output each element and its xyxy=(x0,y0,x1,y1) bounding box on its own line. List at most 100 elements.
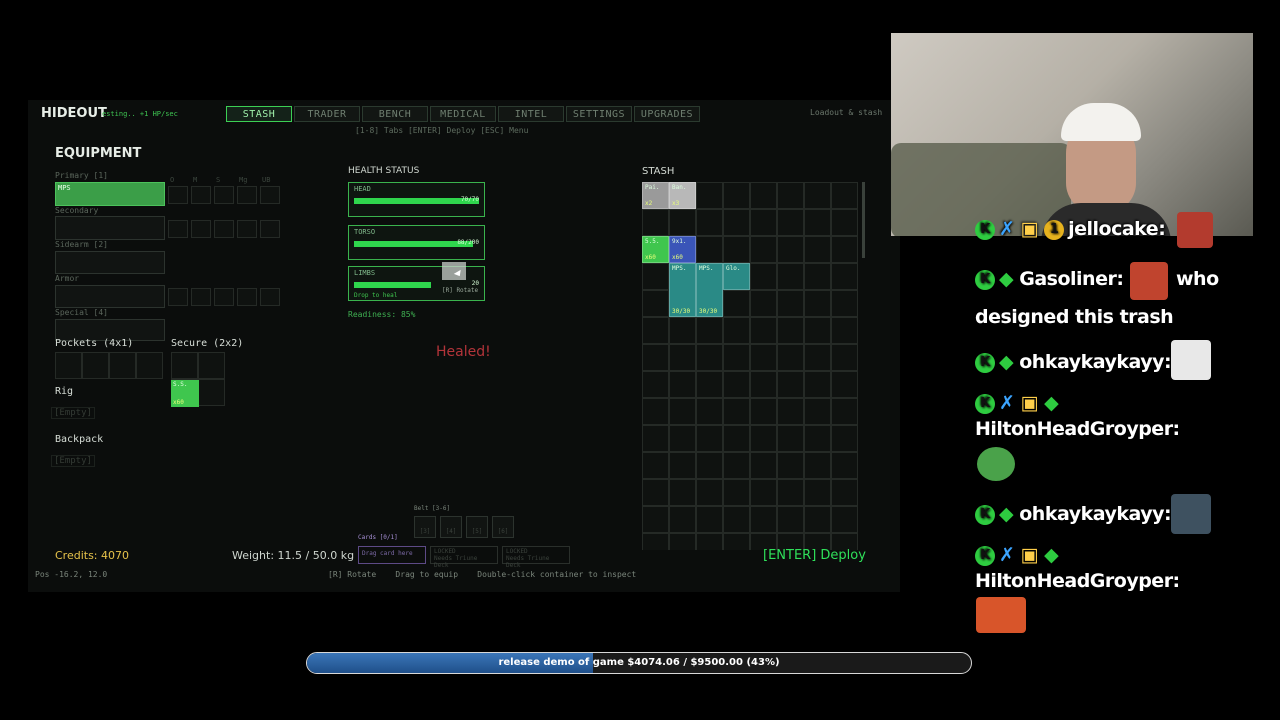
stash-cell[interactable] xyxy=(804,344,831,371)
stash-cell[interactable] xyxy=(642,317,669,344)
stash-cell[interactable] xyxy=(831,398,858,425)
stash-item[interactable]: Glo. xyxy=(723,263,750,290)
pocket-slot[interactable] xyxy=(82,352,109,379)
stash-cell[interactable] xyxy=(696,182,723,209)
stash-cell[interactable] xyxy=(804,479,831,506)
stash-cell[interactable] xyxy=(642,425,669,452)
stash-cell[interactable] xyxy=(777,425,804,452)
stash-item[interactable]: Ban. x3 xyxy=(669,182,696,209)
stash-cell[interactable] xyxy=(696,398,723,425)
stash-item[interactable]: 9x1. x60 xyxy=(669,236,696,263)
secure-slot[interactable] xyxy=(171,352,198,379)
stash-cell[interactable] xyxy=(642,452,669,479)
stash-cell[interactable] xyxy=(804,425,831,452)
stash-cell[interactable] xyxy=(723,344,750,371)
mod-slot[interactable] xyxy=(260,186,280,204)
pocket-slot[interactable] xyxy=(136,352,163,379)
tab-settings[interactable]: SETTINGS xyxy=(566,106,632,122)
stash-cell[interactable] xyxy=(642,371,669,398)
stash-cell[interactable] xyxy=(696,236,723,263)
dragged-item[interactable] xyxy=(442,262,466,280)
stash-cell[interactable] xyxy=(696,344,723,371)
mod-slot[interactable] xyxy=(168,220,188,238)
stash-cell[interactable] xyxy=(750,452,777,479)
stash-cell[interactable] xyxy=(669,506,696,533)
stash-cell[interactable] xyxy=(669,479,696,506)
mod-slot[interactable] xyxy=(260,220,280,238)
stash-cell[interactable] xyxy=(777,506,804,533)
stash-cell[interactable] xyxy=(723,533,750,550)
stash-item[interactable]: MPS. 30/30 xyxy=(669,263,696,317)
stash-cell[interactable] xyxy=(777,290,804,317)
stash-cell[interactable] xyxy=(669,533,696,550)
stash-cell[interactable] xyxy=(669,452,696,479)
stash-cell[interactable] xyxy=(723,371,750,398)
stash-cell[interactable] xyxy=(696,317,723,344)
stash-cell[interactable] xyxy=(804,182,831,209)
rig-empty[interactable]: [Empty] xyxy=(51,407,95,419)
stash-cell[interactable] xyxy=(750,236,777,263)
stash-cell[interactable] xyxy=(804,506,831,533)
stash-cell[interactable] xyxy=(642,533,669,550)
armor-slot[interactable] xyxy=(55,285,165,308)
stash-cell[interactable] xyxy=(669,317,696,344)
mod-slot[interactable] xyxy=(237,186,257,204)
pocket-slot[interactable] xyxy=(109,352,136,379)
mod-slot[interactable] xyxy=(237,288,257,306)
tab-bench[interactable]: BENCH xyxy=(362,106,428,122)
mod-slot[interactable] xyxy=(191,220,211,238)
stash-cell[interactable] xyxy=(750,182,777,209)
mod-slot[interactable] xyxy=(260,288,280,306)
stash-cell[interactable] xyxy=(696,479,723,506)
stash-grid[interactable]: Pai. x2 Ban. x3 5.5. x60 9x1. x60 MPS. 30/30 MPS. 3… xyxy=(642,182,860,550)
stash-cell[interactable] xyxy=(831,263,858,290)
stash-cell[interactable] xyxy=(750,263,777,290)
deploy-button[interactable]: [ENTER] Deploy xyxy=(763,548,866,563)
stash-cell[interactable] xyxy=(750,209,777,236)
belt-slot[interactable]: [5] xyxy=(466,516,488,538)
mod-slot[interactable] xyxy=(214,288,234,306)
stash-item[interactable]: Pai. x2 xyxy=(642,182,669,209)
stash-cell[interactable] xyxy=(804,371,831,398)
stash-cell[interactable] xyxy=(804,317,831,344)
stash-cell[interactable] xyxy=(750,371,777,398)
tab-upgrades[interactable]: UPGRADES xyxy=(634,106,700,122)
stash-cell[interactable] xyxy=(777,344,804,371)
stash-cell[interactable] xyxy=(831,425,858,452)
stash-cell[interactable] xyxy=(723,425,750,452)
primary-slot[interactable]: MPS xyxy=(55,182,165,206)
stash-cell[interactable] xyxy=(804,290,831,317)
stash-cell[interactable] xyxy=(723,290,750,317)
stash-cell[interactable] xyxy=(831,182,858,209)
stash-cell[interactable] xyxy=(777,452,804,479)
stash-cell[interactable] xyxy=(642,263,669,290)
stash-cell[interactable] xyxy=(750,479,777,506)
belt-slot[interactable]: [4] xyxy=(440,516,462,538)
stash-cell[interactable] xyxy=(723,317,750,344)
stash-cell[interactable] xyxy=(804,209,831,236)
stash-cell[interactable] xyxy=(642,398,669,425)
stash-cell[interactable] xyxy=(831,479,858,506)
stash-cell[interactable] xyxy=(723,236,750,263)
stash-cell[interactable] xyxy=(777,236,804,263)
stash-cell[interactable] xyxy=(831,371,858,398)
secondary-slot[interactable] xyxy=(55,216,165,240)
stash-cell[interactable] xyxy=(669,425,696,452)
stash-cell[interactable] xyxy=(804,398,831,425)
mod-slot[interactable] xyxy=(168,288,188,306)
secure-slot[interactable] xyxy=(198,352,225,379)
stash-cell[interactable] xyxy=(669,209,696,236)
stash-cell[interactable] xyxy=(642,344,669,371)
tab-intel[interactable]: INTEL xyxy=(498,106,564,122)
stash-cell[interactable] xyxy=(831,452,858,479)
stash-cell[interactable] xyxy=(696,371,723,398)
stash-cell[interactable] xyxy=(723,479,750,506)
mod-slot[interactable] xyxy=(214,220,234,238)
stash-cell[interactable] xyxy=(642,506,669,533)
stash-cell[interactable] xyxy=(777,371,804,398)
stash-cell[interactable] xyxy=(777,182,804,209)
mod-slot[interactable] xyxy=(191,288,211,306)
stash-cell[interactable] xyxy=(777,263,804,290)
stash-cell[interactable] xyxy=(777,398,804,425)
mod-slot[interactable] xyxy=(237,220,257,238)
